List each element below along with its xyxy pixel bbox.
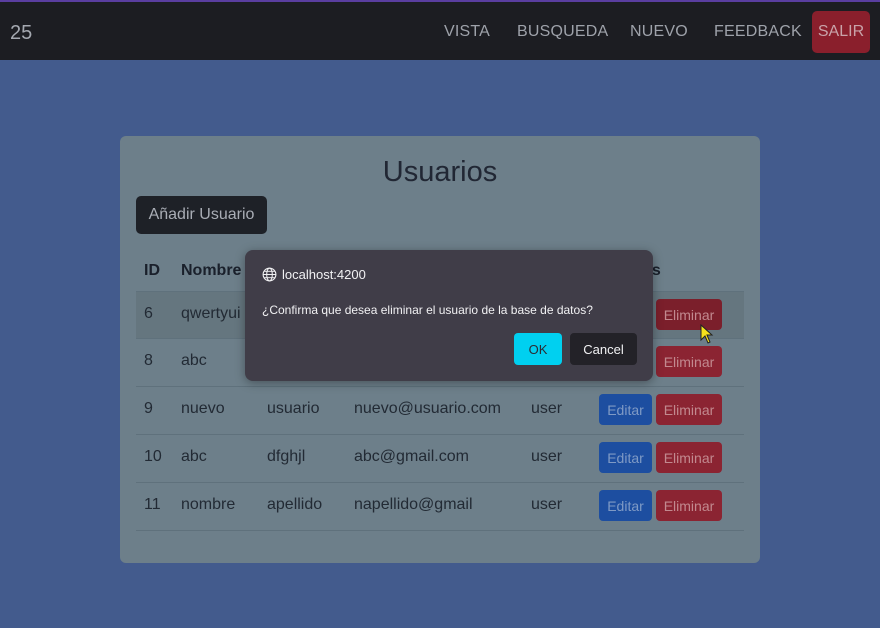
cell-apellido: usuario	[267, 400, 320, 417]
cell-email: abc@gmail.com	[354, 448, 469, 465]
page-title: Usuarios	[382, 156, 498, 188]
ok-button[interactable]: OK	[514, 333, 562, 365]
mouse-cursor-icon	[700, 324, 714, 344]
delete-button[interactable]: Eliminar	[656, 490, 722, 521]
cell-nombre: qwertyui	[181, 305, 241, 322]
cell-apellido: dfghjl	[267, 448, 306, 465]
edit-button[interactable]: Editar	[599, 442, 652, 473]
cell-rol: user	[531, 400, 563, 417]
cell-nombre: abc	[181, 448, 207, 465]
cell-nombre: nombre	[181, 496, 236, 513]
cell-rol: user	[531, 496, 563, 513]
cell-id: 9	[144, 400, 153, 417]
table-row: 11 nombre apellido napellido@gmail user …	[136, 483, 744, 531]
dialog-message: ¿Confirma que desea eliminar el usuario …	[262, 303, 593, 317]
globe-icon	[262, 267, 277, 282]
nav-link-feedback[interactable]: FEEDBACK	[714, 23, 802, 41]
nav-link-nuevo[interactable]: NUEVO	[630, 23, 688, 41]
add-user-button[interactable]: Añadir Usuario	[136, 196, 267, 234]
cell-email: nuevo@usuario.com	[354, 400, 501, 417]
nav-link-vista[interactable]: VISTA	[444, 23, 490, 41]
cell-id: 6	[144, 305, 153, 322]
table-row: 10 abc dfghjl abc@gmail.com user Editar …	[136, 435, 744, 483]
navbar-brand[interactable]: 25	[10, 22, 32, 45]
table-row: 9 nuevo usuario nuevo@usuario.com user E…	[136, 387, 744, 435]
cell-apellido: apellido	[267, 496, 323, 513]
logout-button[interactable]: SALIR	[812, 11, 870, 53]
edit-button[interactable]: Editar	[599, 490, 652, 521]
edit-button[interactable]: Editar	[599, 394, 652, 425]
cell-nombre: nuevo	[181, 400, 225, 417]
dialog-origin-text: localhost:4200	[282, 267, 366, 282]
cell-rol: user	[531, 448, 563, 465]
delete-button[interactable]: Eliminar	[656, 394, 722, 425]
navbar: 25 VISTA BUSQUEDA NUEVO FEEDBACK SALIR	[0, 0, 880, 60]
cancel-button[interactable]: Cancel	[570, 333, 637, 365]
cell-nombre: abc	[181, 352, 207, 369]
delete-button[interactable]: Eliminar	[656, 346, 722, 377]
cell-id: 8	[144, 352, 153, 369]
cell-id: 10	[144, 448, 162, 465]
nav-link-busqueda[interactable]: BUSQUEDA	[517, 23, 608, 41]
delete-button[interactable]: Eliminar	[656, 442, 722, 473]
column-header-id: ID	[144, 262, 160, 279]
dialog-origin: localhost:4200	[262, 267, 366, 282]
cell-email: napellido@gmail	[354, 496, 473, 513]
column-header-nombre: Nombre	[181, 262, 242, 279]
confirm-dialog: localhost:4200 ¿Confirma que desea elimi…	[245, 250, 653, 381]
cell-id: 11	[144, 496, 161, 513]
